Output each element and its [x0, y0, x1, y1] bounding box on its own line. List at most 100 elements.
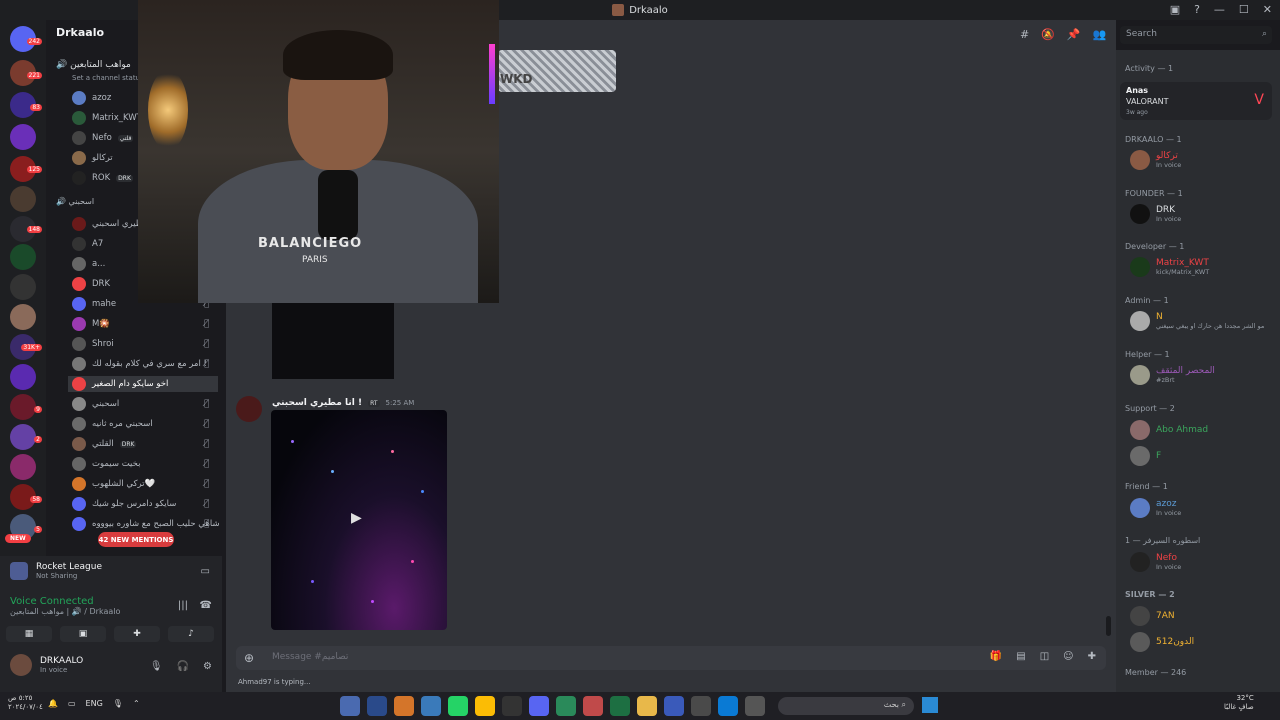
maximize-button[interactable]: ☐: [1239, 3, 1249, 16]
server-name[interactable]: Drkaalo: [56, 26, 104, 39]
voice-member[interactable]: DRK: [72, 276, 110, 292]
voice-member[interactable]: mahe 🎙̸: [72, 296, 209, 312]
voice-channel[interactable]: 🔊 مواهب المتابعين: [56, 60, 131, 70]
member-item[interactable]: المحصر المثقف #zBrt: [1130, 365, 1215, 385]
avatar[interactable]: [236, 396, 262, 422]
notification-icon[interactable]: 🔕: [1041, 28, 1055, 41]
taskbar-search[interactable]: بحث ⌕: [778, 697, 914, 715]
discord-icon[interactable]: [529, 696, 549, 716]
member-item[interactable]: azoz In voice: [1130, 498, 1181, 518]
app-icon[interactable]: [583, 696, 603, 716]
notification-icon[interactable]: 🔔: [48, 699, 58, 708]
headphones-icon[interactable]: 🎧: [177, 661, 189, 672]
microphone-icon[interactable]: 🎙: [150, 661, 163, 672]
close-button[interactable]: ✕: [1263, 3, 1272, 16]
sticker-icon[interactable]: ◫: [1040, 651, 1049, 662]
microphone-icon[interactable]: 🎙: [113, 699, 123, 708]
voice-member[interactable]: تركي الشلهوب🤍 🎙̸: [72, 476, 209, 492]
voice-member[interactable]: Nefo قلتي: [72, 130, 134, 146]
help-icon[interactable]: ?: [1194, 3, 1200, 16]
message-input[interactable]: ⊕ Message #تصاميم 🎁 ▤ ◫ ☺ ✚: [236, 646, 1106, 670]
server-item[interactable]: [10, 364, 36, 390]
member-item[interactable]: DRK In voice: [1130, 204, 1181, 224]
whatsapp-icon[interactable]: [448, 696, 468, 716]
voice-member[interactable]: امر مع سري في كلام بقوله لك ! 🎙̸: [72, 356, 209, 372]
media-attachment[interactable]: [272, 303, 394, 379]
folder-icon[interactable]: [637, 696, 657, 716]
server-item[interactable]: [10, 454, 36, 480]
image-attachment[interactable]: WKD: [498, 50, 616, 92]
voice-member[interactable]: القلتي DRK 🎙̸: [72, 436, 209, 452]
message-author[interactable]: انا مطيري اسحبني !: [272, 398, 362, 408]
new-servers-pill[interactable]: NEW: [5, 534, 31, 543]
pin-icon[interactable]: 📌: [1067, 28, 1081, 41]
camera-button[interactable]: ▦: [6, 626, 52, 642]
server-item[interactable]: [10, 186, 36, 212]
app-icon[interactable]: [340, 696, 360, 716]
steam-icon[interactable]: [367, 696, 387, 716]
inbox-icon[interactable]: ▣: [1170, 3, 1180, 16]
voice-member[interactable]: M🎇 🎙̸: [72, 316, 209, 332]
member-item[interactable]: 7AN: [1130, 606, 1175, 626]
member-item[interactable]: الدون512: [1130, 632, 1194, 652]
noise-suppression-icon[interactable]: |||: [178, 600, 188, 611]
voice-member[interactable]: ROK DRK: [72, 170, 133, 186]
soundboard-button[interactable]: ♪: [168, 626, 214, 642]
threads-icon[interactable]: #: [1020, 28, 1029, 41]
voice-member[interactable]: اسحبني مره ثانيه 🎙̸: [72, 416, 209, 432]
language-indicator[interactable]: ENG: [86, 699, 103, 708]
voice-member[interactable]: Shroi 🎙̸: [72, 336, 209, 352]
scrollbar[interactable]: [1106, 616, 1111, 636]
server-item[interactable]: [10, 304, 36, 330]
chrome-icon[interactable]: [475, 696, 495, 716]
display-icon[interactable]: ▭: [68, 699, 76, 708]
apps-icon[interactable]: ✚: [1088, 651, 1096, 662]
disconnect-icon[interactable]: ☎: [200, 600, 212, 611]
activity-card[interactable]: Anas VALORANT 3w ago V: [1120, 82, 1272, 120]
voice-location[interactable]: مواهب المتابعين | 🔊 / Drkaalo: [10, 607, 120, 616]
voice-channel[interactable]: 🔊 اسحبني: [56, 197, 94, 206]
voice-member[interactable]: A7: [72, 236, 103, 252]
voice-member[interactable]: بخيت سيموت 🎙̸: [72, 456, 209, 472]
server-item[interactable]: [10, 124, 36, 150]
weather-widget[interactable]: 32°C صافٍ غالبًا: [1224, 694, 1254, 712]
windows-start-icon[interactable]: [922, 697, 938, 713]
member-item[interactable]: Abo Ahmad: [1130, 420, 1208, 440]
play-icon[interactable]: ▶: [351, 510, 362, 526]
emoji-icon[interactable]: ☺: [1063, 651, 1073, 662]
voice-member[interactable]: Matrix_KWT: [72, 110, 142, 126]
voice-member[interactable]: اخو سايكو دام الصغير: [68, 376, 218, 392]
member-item[interactable]: Matrix_KWT kick/Matrix_KWT: [1130, 257, 1209, 277]
app-icon[interactable]: [664, 696, 684, 716]
voice-member[interactable]: a...: [72, 256, 105, 272]
app-icon[interactable]: [745, 696, 765, 716]
server-item[interactable]: [10, 394, 36, 420]
excel-icon[interactable]: [610, 696, 630, 716]
app-icon[interactable]: [421, 696, 441, 716]
gift-icon[interactable]: 🎁: [990, 651, 1002, 662]
video-attachment[interactable]: ▶: [271, 410, 447, 630]
user-info[interactable]: DRKAALO In voice: [10, 654, 83, 676]
members-icon[interactable]: 👥: [1093, 28, 1107, 41]
clock[interactable]: ٥:٢٥ ص ٢٠٢٤/٠٧/٠٤: [8, 694, 43, 712]
app-icon[interactable]: [394, 696, 414, 716]
chevron-up-icon[interactable]: ⌃: [133, 699, 140, 708]
voice-member[interactable]: تركالو: [72, 150, 113, 166]
new-mentions-pill[interactable]: 42 NEW MENTIONS: [98, 532, 174, 547]
settings-icon[interactable]: ⚙: [203, 661, 212, 672]
server-item[interactable]: [10, 424, 36, 450]
voice-member[interactable]: سايكو دامرس جلو شيك 🎙̸: [72, 496, 209, 512]
edge-icon[interactable]: [718, 696, 738, 716]
app-icon[interactable]: [691, 696, 711, 716]
app-icon[interactable]: [502, 696, 522, 716]
minimize-button[interactable]: —: [1214, 3, 1225, 16]
gif-icon[interactable]: ▤: [1016, 651, 1025, 662]
activities-button[interactable]: ✚: [114, 626, 160, 642]
app-icon[interactable]: [556, 696, 576, 716]
member-item[interactable]: تركالو In voice: [1130, 150, 1181, 170]
server-item[interactable]: [10, 244, 36, 270]
voice-member[interactable]: شاهي حليب الصبح مع شاوره بيوووه 🎙̸: [72, 516, 220, 532]
member-item[interactable]: F: [1130, 446, 1161, 466]
voice-member[interactable]: اسحبني 🎙̸: [72, 396, 209, 412]
set-status-link[interactable]: Set a channel status: [72, 74, 144, 82]
